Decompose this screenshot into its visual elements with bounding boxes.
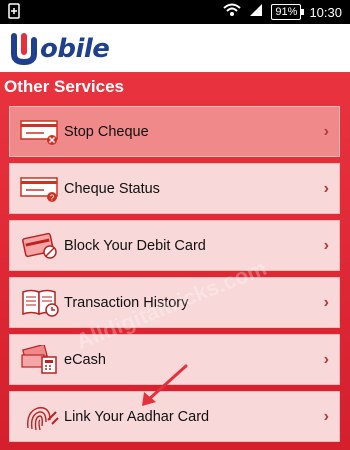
signal-icon	[249, 3, 263, 22]
chevron-right-icon: ›	[323, 123, 329, 140]
wifi-icon	[223, 3, 242, 22]
list-item-label: Stop Cheque	[64, 123, 149, 140]
fingerprint-icon	[20, 402, 60, 432]
list-item-label: Link Your Aadhar Card	[64, 408, 210, 425]
chevron-right-icon: ›	[323, 351, 329, 368]
clock: 10:30	[309, 4, 342, 20]
section-title: Other Services	[4, 77, 125, 96]
list-item-label: Cheque Status	[64, 180, 160, 197]
list-item-cheque-status[interactable]: ? Cheque Status ›	[9, 163, 340, 214]
chevron-right-icon: ›	[323, 180, 329, 197]
chevron-right-icon: ›	[323, 294, 329, 311]
list-item-label: Block Your Debit Card	[64, 237, 206, 254]
battery-indicator: 91%	[271, 4, 305, 20]
pointer-arrow-icon	[142, 364, 188, 406]
cheque-cancel-icon	[20, 117, 60, 147]
sim-icon	[8, 3, 20, 19]
status-bar: 91% 10:30	[0, 0, 350, 24]
app-logo: obile	[10, 30, 110, 68]
list-item-stop-cheque[interactable]: Stop Cheque ›	[9, 106, 340, 157]
chevron-right-icon: ›	[323, 408, 329, 425]
logo-u-icon	[11, 33, 37, 66]
svg-text:?: ?	[50, 193, 55, 202]
chevron-right-icon: ›	[323, 237, 329, 254]
debit-card-block-icon	[20, 231, 60, 261]
list-item-block-debit-card[interactable]: Block Your Debit Card ›	[9, 220, 340, 271]
cash-atm-icon	[20, 344, 60, 375]
app-header: obile	[0, 24, 350, 72]
logo-text: obile	[40, 34, 110, 64]
history-book-icon	[20, 288, 60, 318]
cheque-status-icon: ?	[20, 174, 60, 204]
